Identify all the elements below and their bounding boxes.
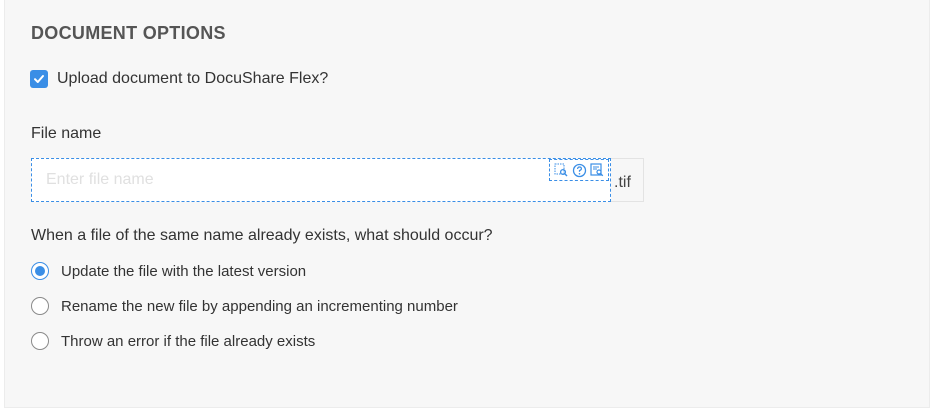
radio-option-update[interactable]: Update the file with the latest version [31, 262, 306, 280]
radio-option-rename[interactable]: Rename the new file by appending an incr… [31, 297, 458, 315]
radio-option-error[interactable]: Throw an error if the file already exist… [31, 332, 315, 350]
radio-button-error[interactable] [31, 332, 49, 350]
file-name-input-wrapper [31, 158, 611, 202]
document-options-panel: DOCUMENT OPTIONS Upload document to Docu… [4, 0, 930, 408]
radio-selected-dot [35, 266, 45, 276]
upload-checkbox-row[interactable]: Upload document to DocuShare Flex? [30, 70, 328, 88]
help-icon[interactable] [571, 162, 587, 178]
radio-label-update: Update the file with the latest version [61, 262, 307, 280]
preview-icon[interactable] [589, 162, 605, 178]
radio-button-rename[interactable] [31, 297, 49, 315]
radio-button-update[interactable] [31, 262, 49, 280]
checkmark-icon [34, 75, 44, 83]
zoom-region-icon[interactable] [553, 162, 569, 178]
file-name-input[interactable] [32, 159, 547, 201]
input-icon-tray [549, 159, 609, 181]
radio-label-error: Throw an error if the file already exist… [61, 332, 316, 350]
section-title: DOCUMENT OPTIONS [31, 23, 226, 43]
radio-label-rename: Rename the new file by appending an incr… [61, 297, 458, 315]
conflict-question: When a file of the same name already exi… [31, 227, 493, 244]
file-extension-suffix: .tif [611, 158, 644, 202]
upload-checkbox-label: Upload document to DocuShare Flex? [57, 70, 329, 87]
file-name-label: File name [31, 125, 102, 142]
upload-checkbox[interactable] [30, 70, 48, 88]
